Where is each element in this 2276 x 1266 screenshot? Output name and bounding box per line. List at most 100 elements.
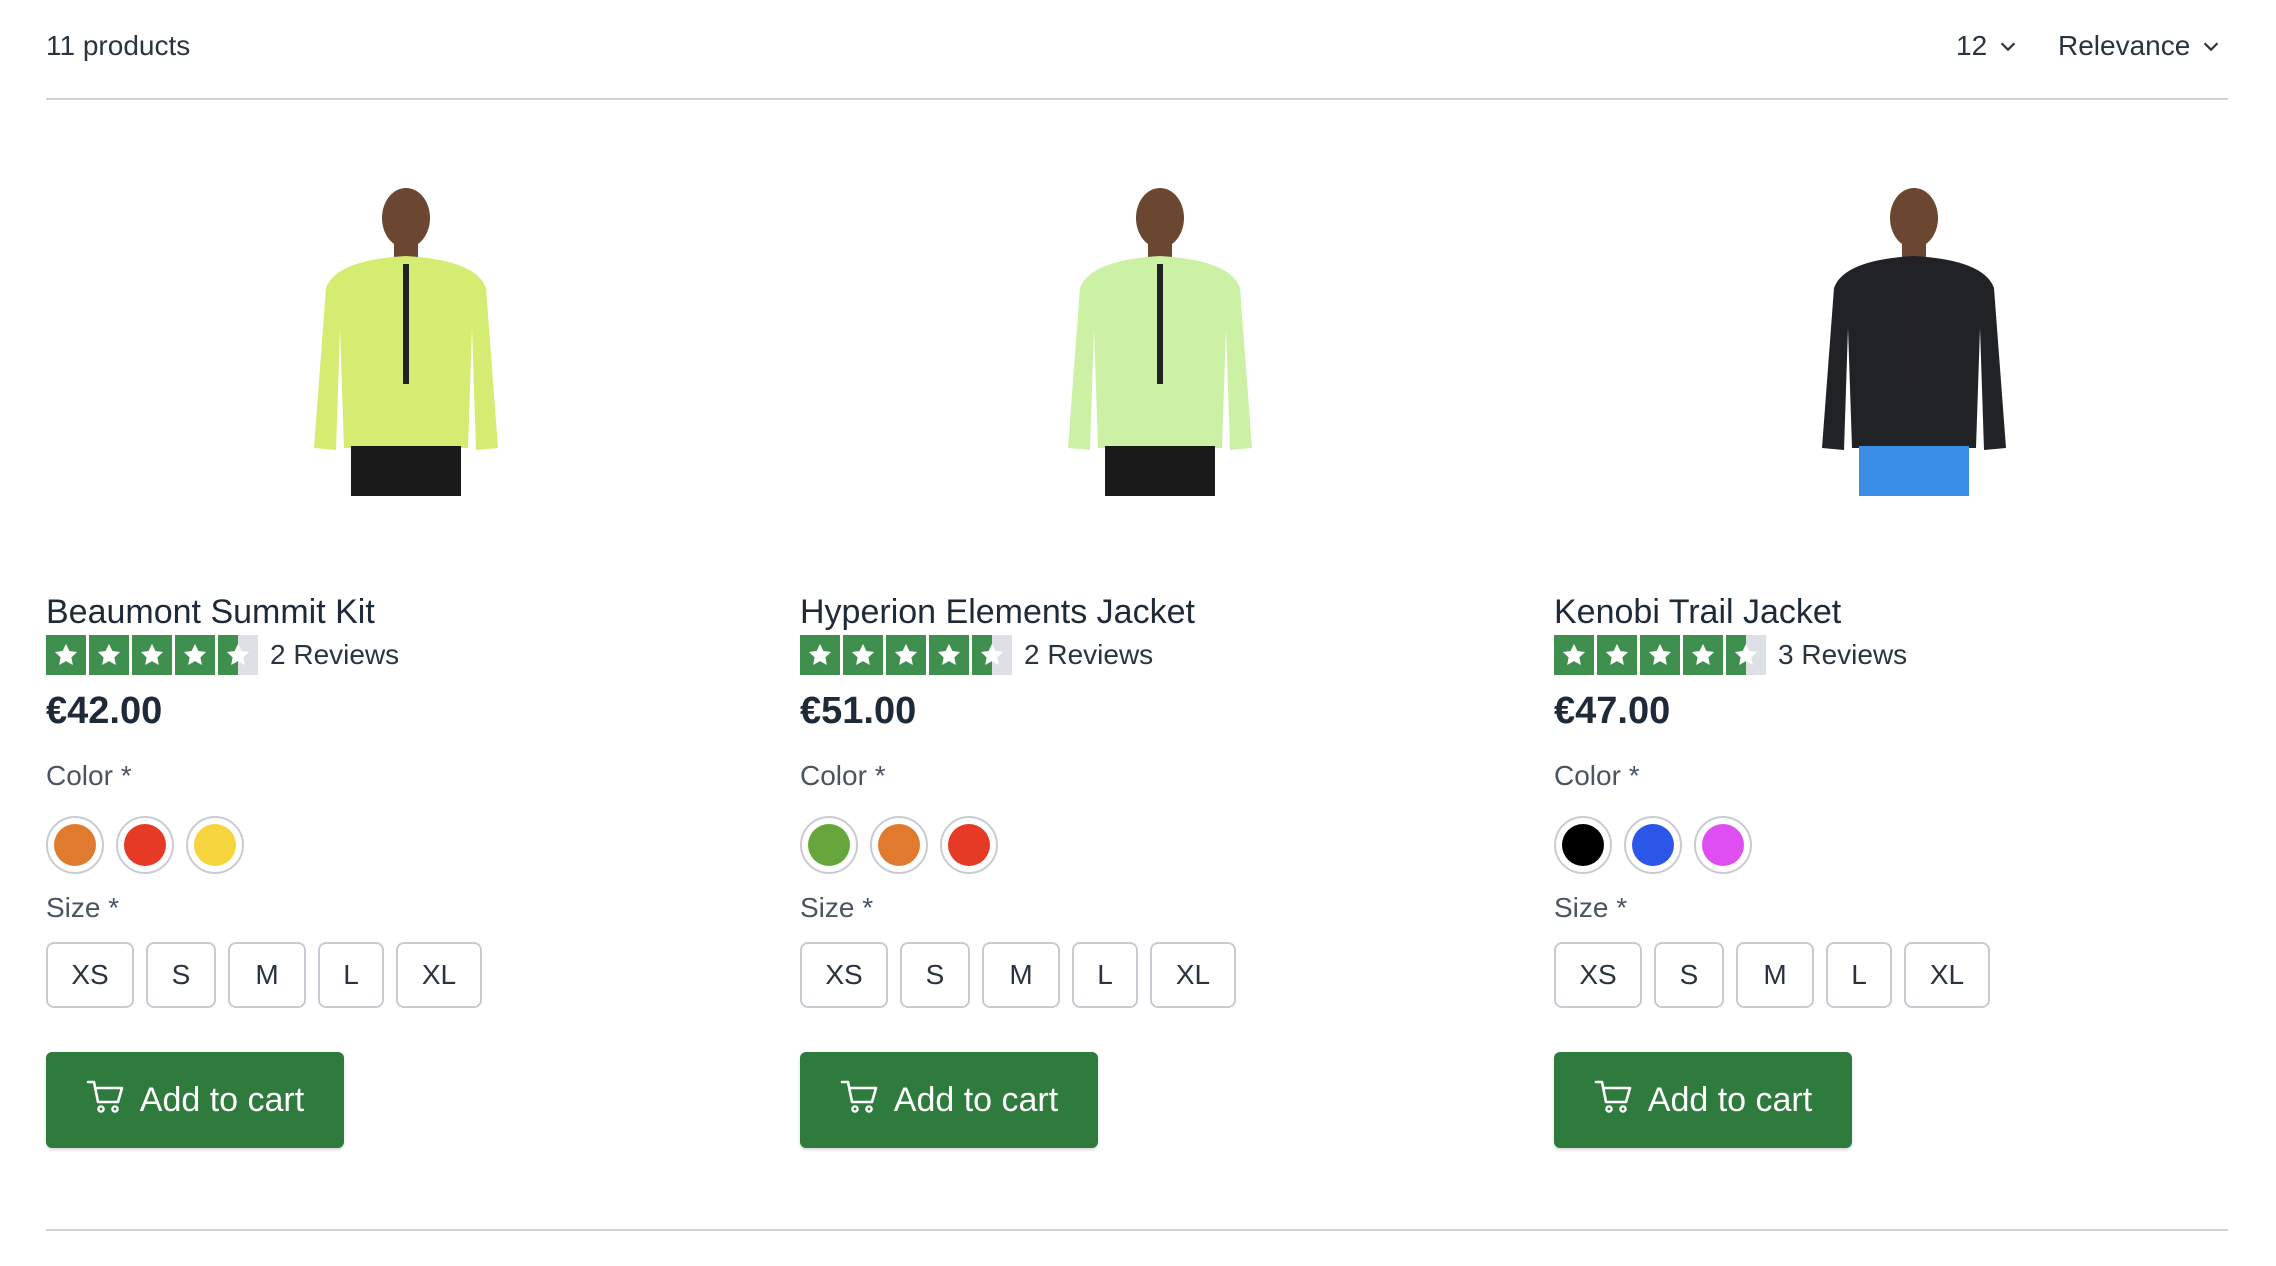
star-icon: [89, 635, 129, 675]
star-icon: [1726, 635, 1766, 675]
star-icon: [1597, 635, 1637, 675]
product-count: 11 products: [46, 30, 191, 61]
size-option[interactable]: XL: [1150, 942, 1236, 1008]
product-name[interactable]: Kenobi Trail Jacket: [1554, 593, 1841, 632]
product-image[interactable]: [940, 178, 1380, 564]
star-icon: [46, 635, 86, 675]
size-option[interactable]: L: [1072, 942, 1138, 1008]
color-swatch[interactable]: [116, 816, 174, 874]
product-rating: 2 Reviews: [800, 635, 1153, 675]
size-option[interactable]: M: [1736, 942, 1814, 1008]
product-image[interactable]: [186, 178, 626, 564]
cart-icon: [86, 1078, 126, 1123]
star-icon: [175, 635, 215, 675]
listing-toolbar: 11 products 12 Relevance: [46, 0, 2228, 100]
size-options: XS S M L XL: [800, 942, 1236, 1008]
size-option[interactable]: M: [982, 942, 1060, 1008]
color-swatch[interactable]: [186, 816, 244, 874]
product-rating: 2 Reviews: [46, 635, 399, 675]
chevron-down-icon: [2000, 42, 2016, 52]
color-dot: [194, 824, 236, 866]
size-option[interactable]: S: [1654, 942, 1724, 1008]
star-icon: [1554, 635, 1594, 675]
color-label: Color *: [46, 760, 132, 791]
color-dot: [54, 824, 96, 866]
size-option[interactable]: M: [228, 942, 306, 1008]
color-swatch[interactable]: [870, 816, 928, 874]
product-card: Hyperion Elements Jacket 2 Reviews €51.00 C…: [800, 160, 1520, 1220]
color-swatch[interactable]: [940, 816, 998, 874]
star-icon: [218, 635, 258, 675]
size-option[interactable]: S: [900, 942, 970, 1008]
product-card: Beaumont Summit Kit 2 Reviews €42.00 Color …: [46, 160, 766, 1220]
product-price: €51.00: [800, 690, 917, 732]
product-price: €42.00: [46, 690, 163, 732]
star-icon: [1683, 635, 1723, 675]
size-option[interactable]: L: [318, 942, 384, 1008]
color-dot: [124, 824, 166, 866]
color-swatch[interactable]: [1694, 816, 1752, 874]
size-label: Size *: [1554, 892, 1628, 923]
reviews-link[interactable]: 3 Reviews: [1778, 639, 1907, 671]
size-option[interactable]: XS: [46, 942, 134, 1008]
chevron-down-icon: [2204, 42, 2219, 52]
size-option[interactable]: S: [146, 942, 216, 1008]
star-icon: [972, 635, 1012, 675]
product-name[interactable]: Beaumont Summit Kit: [46, 593, 375, 632]
divider: [46, 1229, 2228, 1231]
color-dot: [1632, 824, 1674, 866]
cart-icon: [1594, 1078, 1634, 1123]
color-dot: [878, 824, 920, 866]
color-label: Color *: [1554, 760, 1640, 791]
rating-stars: [1554, 635, 1766, 675]
size-option[interactable]: L: [1826, 942, 1892, 1008]
add-to-cart-label: Add to cart: [893, 1080, 1059, 1119]
color-swatch[interactable]: [1624, 816, 1682, 874]
cart-icon: [840, 1078, 880, 1123]
color-swatch[interactable]: [800, 816, 858, 874]
star-icon: [843, 635, 883, 675]
add-to-cart-label: Add to cart: [139, 1080, 305, 1119]
color-swatches: [1554, 816, 1752, 874]
product-image[interactable]: [1694, 178, 2134, 564]
color-dot: [808, 824, 850, 866]
product-grid: Beaumont Summit Kit 2 Reviews €42.00 Color …: [46, 160, 2228, 1220]
color-dot: [1702, 824, 1744, 866]
product-price: €47.00: [1554, 690, 1671, 732]
product-card: Kenobi Trail Jacket 3 Reviews €47.00 Color …: [1554, 160, 2274, 1220]
rating-stars: [46, 635, 258, 675]
sort-value: Relevance: [2058, 30, 2191, 61]
add-to-cart-button[interactable]: Add to cart: [800, 1052, 1098, 1148]
size-options: XS S M L XL: [46, 942, 482, 1008]
size-option[interactable]: XL: [1904, 942, 1990, 1008]
size-label: Size *: [800, 892, 874, 923]
color-swatches: [800, 816, 998, 874]
star-icon: [886, 635, 926, 675]
star-icon: [1640, 635, 1680, 675]
size-option[interactable]: XS: [800, 942, 888, 1008]
size-option[interactable]: XS: [1554, 942, 1642, 1008]
color-dot: [1562, 824, 1604, 866]
star-icon: [800, 635, 840, 675]
size-options: XS S M L XL: [1554, 942, 1990, 1008]
add-to-cart-label: Add to cart: [1647, 1080, 1813, 1119]
reviews-link[interactable]: 2 Reviews: [1024, 639, 1153, 671]
size-label: Size *: [46, 892, 120, 923]
product-rating: 3 Reviews: [1554, 635, 1907, 675]
star-icon: [929, 635, 969, 675]
star-icon: [132, 635, 172, 675]
color-label: Color *: [800, 760, 886, 791]
product-name[interactable]: Hyperion Elements Jacket: [800, 593, 1195, 632]
add-to-cart-button[interactable]: Add to cart: [46, 1052, 344, 1148]
per-page-select[interactable]: 12: [1956, 30, 2019, 62]
size-option[interactable]: XL: [396, 942, 482, 1008]
color-dot: [948, 824, 990, 866]
add-to-cart-button[interactable]: Add to cart: [1554, 1052, 1852, 1148]
sort-select[interactable]: Relevance: [2058, 30, 2222, 62]
rating-stars: [800, 635, 1012, 675]
reviews-link[interactable]: 2 Reviews: [270, 639, 399, 671]
color-swatch[interactable]: [46, 816, 104, 874]
color-swatches: [46, 816, 244, 874]
color-swatch[interactable]: [1554, 816, 1612, 874]
per-page-value: 12: [1956, 30, 1988, 61]
